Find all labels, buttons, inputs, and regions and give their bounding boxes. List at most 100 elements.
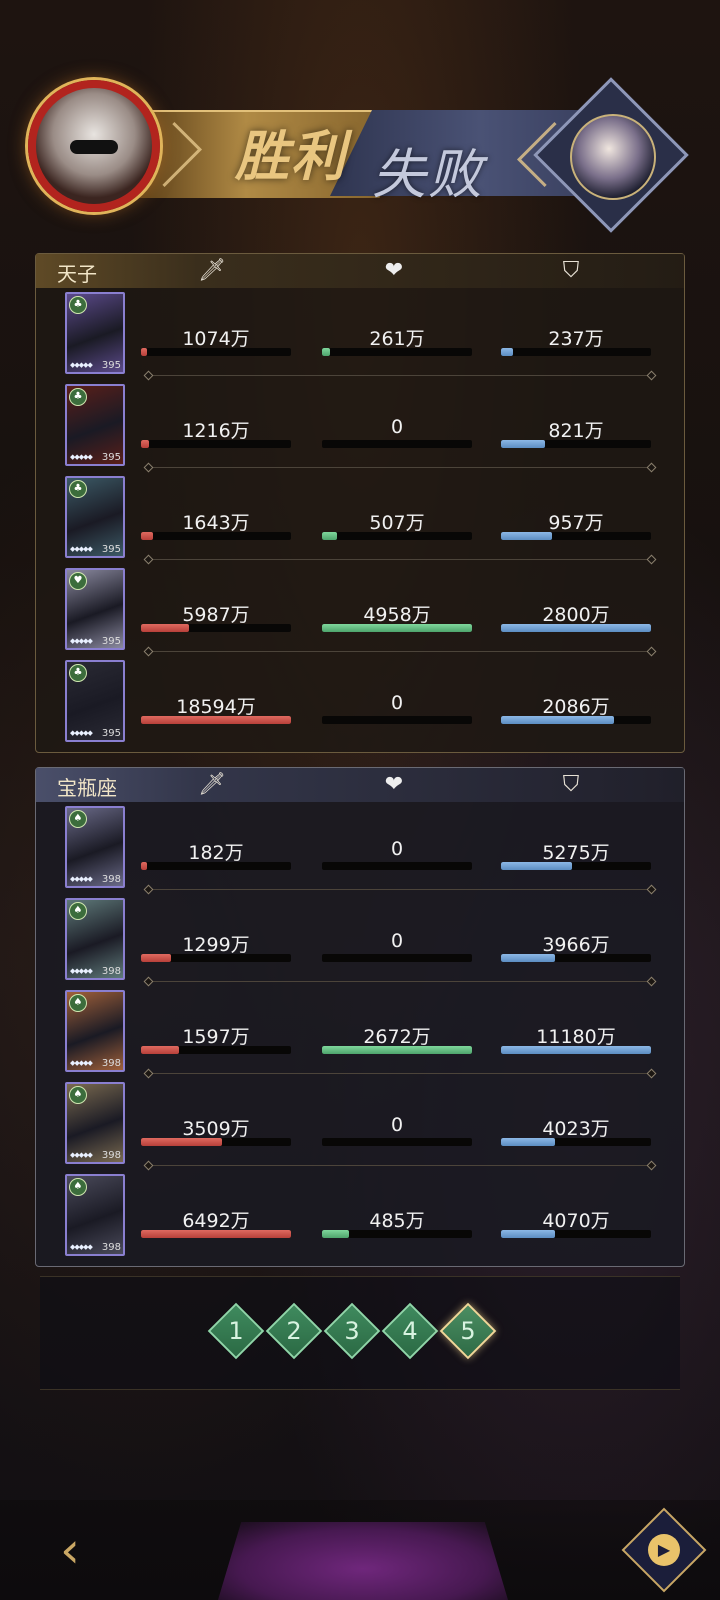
tank-bar — [501, 624, 651, 632]
hero-class-badge-icon: ♣ — [69, 480, 87, 498]
row-divider — [148, 375, 652, 376]
star-rank-icon: ◆◆◆◆◆ — [70, 967, 93, 975]
tank-bar — [501, 954, 651, 962]
hero-card[interactable]: ♠ ◆◆◆◆◆ 398 — [65, 1082, 125, 1164]
hero-card[interactable]: ♣ ◆◆◆◆◆ 395 — [65, 384, 125, 466]
tank-value: 821万 — [548, 420, 604, 442]
center-action-button[interactable] — [218, 1522, 508, 1600]
hero-level: 398 — [101, 1058, 121, 1069]
damage-bar-fill — [141, 1230, 291, 1238]
star-rank-icon: ◆◆◆◆◆ — [70, 875, 93, 883]
page-label[interactable]: 3 — [332, 1317, 372, 1345]
damage-value: 1216万 — [182, 420, 250, 442]
heart-icon: ❤ — [384, 258, 404, 283]
team-panel-1: 宝瓶座 🗡 ❤ ⛉ ♠ ◆◆◆◆◆ 398 182万 0 5275万 ♠ ◆◆◆◆◆ 398 1299万 0… — [35, 767, 685, 1267]
heal-value: 0 — [390, 692, 404, 714]
team-panel-header: 天子 🗡 ❤ ⛉ — [36, 254, 684, 288]
damage-bar-fill — [141, 440, 149, 448]
hero-level: 398 — [101, 874, 121, 885]
page-label[interactable]: 2 — [274, 1317, 314, 1345]
star-rank-icon: ◆◆◆◆◆ — [70, 1059, 93, 1067]
heal-bar — [322, 954, 472, 962]
hero-class-badge-icon: ♠ — [69, 810, 87, 828]
hero-card[interactable]: ♣ ◆◆◆◆◆ 395 — [65, 292, 125, 374]
damage-bar-fill — [141, 1138, 222, 1146]
team-panel-header: 宝瓶座 🗡 ❤ ⛉ — [36, 768, 684, 802]
replay-icon[interactable]: ▶ — [648, 1534, 680, 1566]
row-divider — [148, 651, 652, 652]
page-label[interactable]: 1 — [216, 1317, 256, 1345]
page-label[interactable]: 4 — [390, 1317, 430, 1345]
hero-card[interactable]: ♣ ◆◆◆◆◆ 395 — [65, 660, 125, 742]
hero-card[interactable]: ♣ ◆◆◆◆◆ 395 — [65, 476, 125, 558]
sword-icon: 🗡 — [198, 258, 226, 283]
damage-bar — [141, 348, 291, 356]
tank-bar-fill — [501, 954, 555, 962]
tank-value: 4023万 — [542, 1118, 610, 1140]
tank-bar-fill — [501, 348, 513, 356]
tank-bar-fill — [501, 532, 552, 540]
damage-value: 6492万 — [182, 1210, 250, 1232]
hero-row: ♣ ◆◆◆◆◆ 395 1216万 0 821万 — [36, 380, 684, 472]
player-avatar[interactable] — [28, 80, 160, 212]
heal-bar — [322, 348, 472, 356]
hero-card[interactable]: ♠ ◆◆◆◆◆ 398 — [65, 1174, 125, 1256]
hero-card[interactable]: ♠ ◆◆◆◆◆ 398 — [65, 990, 125, 1072]
tank-bar-fill — [501, 624, 651, 632]
heal-value: 261万 — [369, 328, 425, 350]
damage-bar-fill — [141, 716, 291, 724]
row-divider — [148, 1073, 652, 1074]
shield-icon: ⛉ — [562, 772, 580, 797]
page-label[interactable]: 5 — [448, 1317, 488, 1345]
hero-class-badge-icon: ♣ — [69, 388, 87, 406]
heal-bar — [322, 624, 472, 632]
damage-bar — [141, 1046, 291, 1054]
star-rank-icon: ◆◆◆◆◆ — [70, 361, 93, 369]
star-rank-icon: ◆◆◆◆◆ — [70, 453, 93, 461]
hero-level: 398 — [101, 966, 121, 977]
damage-bar — [141, 624, 291, 632]
hero-level: 395 — [101, 728, 121, 739]
heal-bar-fill — [322, 1046, 472, 1054]
hero-row: ♠ ◆◆◆◆◆ 398 1597万 2672万 11180万 — [36, 986, 684, 1078]
damage-bar-fill — [141, 954, 171, 962]
heal-bar — [322, 862, 472, 870]
sunglasses-icon — [70, 140, 118, 154]
heal-bar-fill — [322, 532, 337, 540]
damage-bar-fill — [141, 348, 147, 356]
damage-bar-fill — [141, 1046, 179, 1054]
row-divider — [148, 889, 652, 890]
bottom-bar: ‹ ▶ — [0, 1500, 720, 1600]
damage-bar — [141, 954, 291, 962]
hero-level: 395 — [101, 360, 121, 371]
damage-bar-fill — [141, 532, 153, 540]
row-divider — [148, 1165, 652, 1166]
damage-bar-fill — [141, 624, 189, 632]
hero-card[interactable]: ♠ ◆◆◆◆◆ 398 — [65, 898, 125, 980]
tank-bar-fill — [501, 1138, 555, 1146]
hero-class-badge-icon: ♠ — [69, 994, 87, 1012]
opponent-avatar[interactable] — [570, 114, 656, 200]
tank-bar-fill — [501, 862, 572, 870]
heal-value: 0 — [390, 838, 404, 860]
heal-bar — [322, 532, 472, 540]
row-divider — [148, 981, 652, 982]
back-arrow-icon[interactable]: ‹ — [34, 1520, 106, 1580]
team-name: 天子 — [57, 262, 97, 286]
tank-value: 4070万 — [542, 1210, 610, 1232]
tank-value: 957万 — [548, 512, 604, 534]
tank-bar — [501, 440, 651, 448]
battle-result-header: 胜利 失败 — [0, 70, 720, 240]
hero-row: ♠ ◆◆◆◆◆ 398 182万 0 5275万 — [36, 802, 684, 894]
hero-card[interactable]: ♠ ◆◆◆◆◆ 398 — [65, 806, 125, 888]
tank-bar-fill — [501, 716, 614, 724]
tank-bar-fill — [501, 1230, 555, 1238]
damage-value: 5987万 — [182, 604, 250, 626]
tank-value: 2800万 — [542, 604, 610, 626]
hero-class-badge-icon: ♠ — [69, 1086, 87, 1104]
damage-bar-fill — [141, 862, 147, 870]
damage-bar — [141, 532, 291, 540]
row-divider — [148, 467, 652, 468]
heal-value: 0 — [390, 416, 404, 438]
hero-card[interactable]: ♥ ◆◆◆◆◆ 395 — [65, 568, 125, 650]
